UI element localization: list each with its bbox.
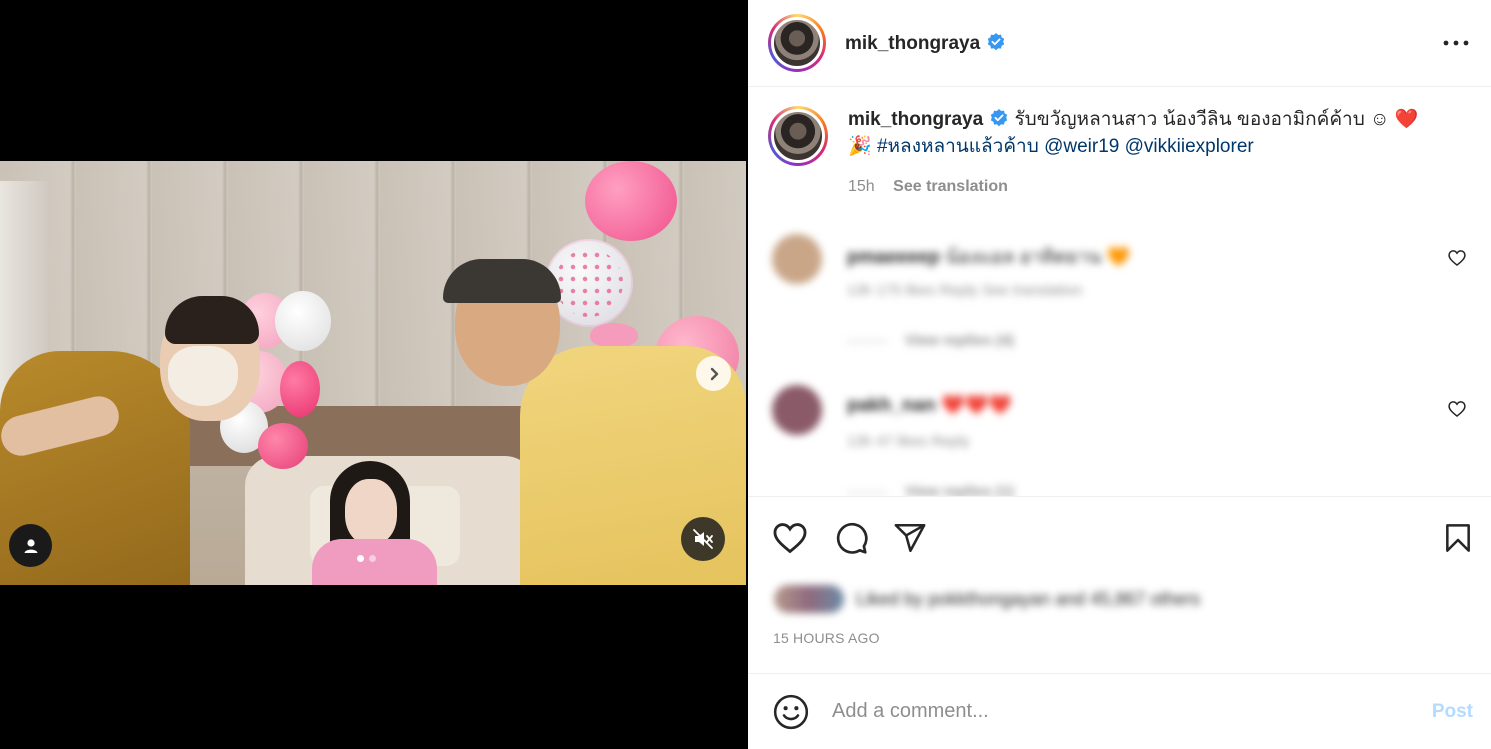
caption-party-emoji: 🎉 — [848, 136, 872, 157]
view-replies-button[interactable]: View replies (4) — [847, 332, 1014, 349]
post-comment-button[interactable]: Post — [1432, 701, 1473, 723]
likes-text: Liked by pokkthongayan and 45,867 others — [856, 588, 1201, 609]
comment-like-heart-icon[interactable] — [1447, 399, 1467, 419]
person-center-body — [312, 539, 437, 585]
caption-avatar[interactable] — [768, 106, 828, 166]
comment-meta: 13h 175 likes Reply See translation — [847, 282, 1083, 299]
comment-avatar[interactable] — [772, 234, 822, 284]
slide-dot-active — [357, 555, 364, 562]
verified-icon — [990, 109, 1008, 127]
comment-item: pmaeeeep น้องแอล อาทิตยาน 🧡 13h 175 like… — [772, 234, 1462, 354]
caption: mik_thongraya รับขวัญหลานสาว น้องวีลิน ข… — [768, 106, 1448, 166]
post-actions — [748, 498, 1491, 578]
comment-item: pakh_nan ❤️❤️❤️ 13h 47 likes Reply View … — [772, 385, 1462, 496]
caption-heart-emoji: ❤️ — [1394, 109, 1419, 130]
author-username[interactable]: mik_thongraya — [845, 32, 1006, 55]
like-button[interactable] — [770, 518, 810, 558]
mute-icon — [693, 529, 713, 549]
caption-age: 15h — [848, 178, 875, 195]
save-button[interactable] — [1438, 518, 1478, 558]
comment-button[interactable] — [831, 518, 871, 558]
share-icon — [894, 523, 926, 553]
more-options-button[interactable] — [1441, 28, 1471, 58]
post-header: mik_thongraya — [748, 0, 1491, 87]
liker-avatars — [774, 585, 844, 613]
comment-text: pmaeeeep น้องแอล อาทิตยาน 🧡 — [847, 242, 1130, 272]
person-left-mask — [168, 346, 238, 406]
comment-composer: Post — [748, 673, 1491, 749]
person-right-cap — [443, 259, 561, 303]
comments-section[interactable]: mik_thongraya รับขวัญหลานสาว น้องวีลิน ข… — [748, 88, 1491, 497]
comment-body: ❤️❤️❤️ — [940, 395, 1012, 416]
caption-text: mik_thongraya รับขวัญหลานสาว น้องวีลิน ข… — [848, 106, 1448, 166]
comment-username[interactable]: pakh_nan — [847, 395, 936, 416]
author-avatar-image — [771, 17, 823, 69]
next-slide-button[interactable] — [696, 356, 731, 391]
see-translation-button[interactable]: See translation — [893, 178, 1008, 195]
caption-mention-vikkiiexplorer[interactable]: @vikkiiexplorer — [1125, 136, 1254, 157]
verified-icon — [987, 32, 1005, 50]
next-icon — [710, 367, 718, 380]
comment-username[interactable]: pmaeeeep — [847, 247, 940, 268]
author-username-text[interactable]: mik_thongraya — [845, 33, 980, 54]
user-tag-icon — [24, 538, 37, 553]
comment-body: น้องแอล อาทิตยาน 🧡 — [945, 247, 1131, 268]
view-replies-button[interactable]: View replies (1) — [847, 483, 1014, 496]
emoji-icon[interactable] — [772, 693, 810, 731]
balloon — [275, 291, 331, 351]
likes-summary[interactable]: Liked by pokkthongayan and 45,867 others — [774, 583, 1200, 615]
post-timestamp: 15 HOURS AGO — [773, 630, 880, 646]
slide-dot — [369, 555, 376, 562]
caption-body: รับขวัญหลานสาว น้องวีลิน ของอามิกค์ค้าบ … — [1014, 109, 1390, 130]
balloon — [258, 423, 308, 469]
share-button[interactable] — [890, 518, 930, 558]
comment-like-heart-icon[interactable] — [1447, 248, 1467, 268]
media-viewer — [0, 0, 748, 749]
post-photo[interactable] — [0, 161, 746, 585]
balloon — [585, 161, 677, 241]
bookmark-icon — [1446, 524, 1470, 552]
caption-username[interactable]: mik_thongraya — [848, 109, 983, 130]
caption-hashtag[interactable]: #หลงหลานแล้วค้าบ — [877, 136, 1039, 157]
comment-meta: 13h 47 likes Reply — [847, 433, 970, 450]
balloon — [590, 323, 638, 347]
comment-icon — [836, 522, 868, 554]
comment-input[interactable] — [832, 700, 1432, 723]
comment-avatar[interactable] — [772, 385, 822, 435]
mute-toggle-button[interactable] — [681, 517, 725, 561]
caption-meta: 15h See translation — [848, 178, 1008, 196]
heart-icon — [773, 523, 807, 554]
more-icon — [1443, 40, 1469, 46]
comment-text: pakh_nan ❤️❤️❤️ — [847, 393, 1012, 417]
author-avatar[interactable] — [768, 14, 826, 72]
caption-mention-weir19[interactable]: @weir19 — [1044, 136, 1119, 157]
caption-avatar-image — [771, 109, 825, 163]
slide-indicator — [357, 555, 376, 562]
person-center-face — [345, 479, 397, 545]
tagged-users-button[interactable] — [9, 524, 52, 567]
post-panel: mik_thongraya mik_thongraya รับขวัญหลานส… — [748, 0, 1491, 749]
balloon — [280, 361, 320, 417]
